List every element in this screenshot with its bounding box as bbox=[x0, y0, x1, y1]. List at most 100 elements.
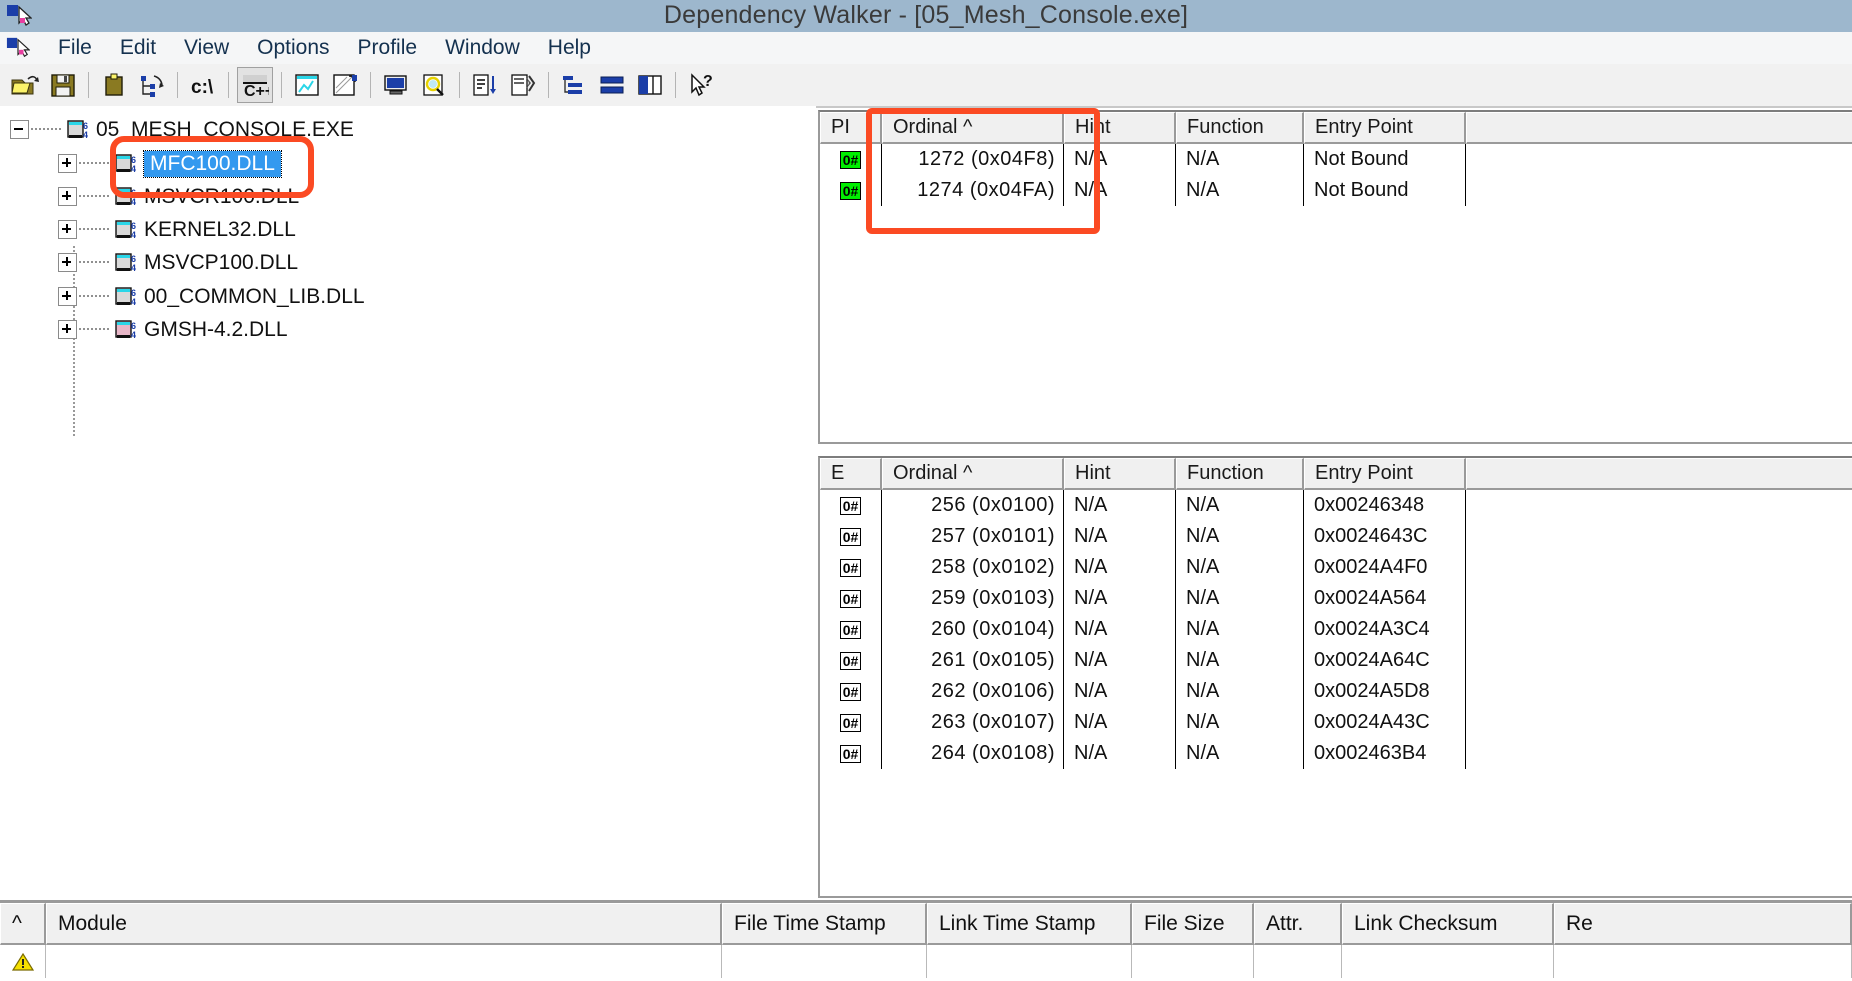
tree-node-msvcr100[interactable]: 6 4 MSVCR100.DLL bbox=[58, 180, 299, 213]
full-paths-icon[interactable]: c:\ bbox=[186, 68, 220, 102]
column-header-pi[interactable]: PI bbox=[820, 112, 882, 144]
column-header-spacer[interactable] bbox=[1466, 112, 1852, 144]
module-64-icon: 6 4 bbox=[115, 319, 139, 341]
expand-plus-icon[interactable] bbox=[58, 320, 77, 339]
expand-plus-icon[interactable] bbox=[58, 287, 77, 306]
table-row[interactable]: 0# 257 (0x0101) N/A N/A 0x0024643C bbox=[820, 521, 1852, 552]
tree-node-kernel32[interactable]: 6 4 KERNEL32.DLL bbox=[58, 213, 296, 246]
table-row[interactable]: 0# 261 (0x0105) N/A N/A 0x0024A64C bbox=[820, 645, 1852, 676]
column-header-entry-point[interactable]: Entry Point bbox=[1304, 458, 1466, 490]
app-menu-icon[interactable] bbox=[6, 36, 31, 60]
column-header-attr[interactable]: Attr. bbox=[1254, 903, 1342, 945]
split-horizontal-icon[interactable] bbox=[595, 68, 629, 102]
table-row[interactable]: 0# 1274 (0x04FA) N/A N/A Not Bound bbox=[820, 175, 1852, 206]
expand-plus-icon[interactable] bbox=[58, 154, 77, 173]
export-ordinal-cell: 257 (0x0101) bbox=[882, 521, 1064, 552]
svg-text:?: ? bbox=[703, 73, 713, 90]
table-row[interactable]: 0# 259 (0x0103) N/A N/A 0x0024A564 bbox=[820, 583, 1852, 614]
configure-module-icon[interactable] bbox=[328, 68, 362, 102]
column-header-e[interactable]: E bbox=[820, 458, 882, 490]
column-header-file-size[interactable]: File Size bbox=[1132, 903, 1254, 945]
column-header-link-checksum[interactable]: Link Checksum bbox=[1342, 903, 1554, 945]
import-function-list[interactable]: PI Ordinal ^ Hint Function Entry Point 0… bbox=[818, 110, 1852, 444]
system-info-icon[interactable] bbox=[379, 68, 413, 102]
tree-node-00-common-lib[interactable]: 6 4 00_COMMON_LIB.DLL bbox=[58, 280, 365, 313]
column-header-file-time-stamp[interactable]: File Time Stamp bbox=[722, 903, 927, 945]
ordinal-flag-badge: 0# bbox=[839, 558, 862, 577]
menu-item-view[interactable]: View bbox=[170, 32, 243, 64]
save-icon[interactable] bbox=[46, 68, 80, 102]
tree-node-root[interactable]: 6 4 05_MESH_CONSOLE.EXE bbox=[10, 113, 354, 146]
column-header-sort-indicator[interactable]: ^ bbox=[0, 903, 46, 945]
menu-item-help[interactable]: Help bbox=[534, 32, 605, 64]
column-header-hint[interactable]: Hint bbox=[1064, 112, 1176, 144]
svg-text:4: 4 bbox=[131, 230, 136, 240]
ordinal-flag-badge: 0# bbox=[839, 181, 862, 200]
ordinal-flag-badge: 0# bbox=[839, 620, 862, 639]
menu-bar: File Edit View Options Profile Window He… bbox=[0, 32, 1852, 65]
table-row[interactable]: 0# 264 (0x0108) N/A N/A 0x002463B4 bbox=[820, 738, 1852, 769]
table-row[interactable]: 0# 258 (0x0102) N/A N/A 0x0024A4F0 bbox=[820, 552, 1852, 583]
column-header-re[interactable]: Re bbox=[1554, 903, 1852, 945]
export-flag-badge: 0# bbox=[820, 676, 882, 707]
expand-plus-icon[interactable] bbox=[58, 220, 77, 239]
export-flag-badge: 0# bbox=[820, 490, 882, 521]
export-hint-cell: N/A bbox=[1064, 645, 1176, 676]
tree-dots bbox=[79, 295, 109, 298]
column-header-ordinal[interactable]: Ordinal ^ bbox=[882, 112, 1064, 144]
export-flag-badge: 0# bbox=[820, 614, 882, 645]
export-hint-cell: N/A bbox=[1064, 490, 1176, 521]
column-header-entry-point[interactable]: Entry Point bbox=[1304, 112, 1466, 144]
tree-node-mfc100[interactable]: 6 4 MFC100.DLL bbox=[58, 147, 282, 180]
profile-icon[interactable] bbox=[506, 68, 540, 102]
menu-item-file[interactable]: File bbox=[44, 32, 106, 64]
context-help-icon[interactable]: ? bbox=[684, 68, 718, 102]
tree-dots bbox=[31, 128, 61, 131]
column-header-link-time-stamp[interactable]: Link Time Stamp bbox=[927, 903, 1132, 945]
column-header-hint[interactable]: Hint bbox=[1064, 458, 1176, 490]
module-tree-pane[interactable]: 6 4 05_MESH_CONSOLE.EXE 6 4 MFC100.DLL 6… bbox=[0, 106, 816, 894]
column-header-function[interactable]: Function bbox=[1176, 112, 1304, 144]
tree-node-msvcp100[interactable]: 6 4 MSVCP100.DLL bbox=[58, 246, 298, 279]
column-header-module[interactable]: Module bbox=[46, 903, 722, 945]
ordinal-flag-badge: 0# bbox=[839, 713, 862, 732]
tree-dots bbox=[79, 162, 109, 165]
table-row[interactable]: 0# 260 (0x0104) N/A N/A 0x0024A3C4 bbox=[820, 614, 1852, 645]
module-checksum-cell bbox=[1342, 945, 1554, 978]
expand-plus-icon[interactable] bbox=[58, 187, 77, 206]
search-order-icon[interactable] bbox=[417, 68, 451, 102]
import-spacer-cell bbox=[1466, 175, 1852, 206]
open-file-icon[interactable] bbox=[8, 68, 42, 102]
column-header-ordinal[interactable]: Ordinal ^ bbox=[882, 458, 1064, 490]
auto-expand-icon[interactable] bbox=[557, 68, 591, 102]
svg-text:4: 4 bbox=[131, 197, 136, 207]
table-row[interactable] bbox=[0, 945, 1852, 978]
menu-item-edit[interactable]: Edit bbox=[106, 32, 170, 64]
tree-node-gmsh[interactable]: 6 4 GMSH-4.2.DLL bbox=[58, 313, 288, 346]
table-row[interactable]: 0# 256 (0x0100) N/A N/A 0x00246348 bbox=[820, 490, 1852, 521]
table-row[interactable]: 0# 1272 (0x04F8) N/A N/A Not Bound bbox=[820, 144, 1852, 175]
export-ordinal-cell: 256 (0x0100) bbox=[882, 490, 1064, 521]
column-header-function[interactable]: Function bbox=[1176, 458, 1304, 490]
export-function-list[interactable]: E Ordinal ^ Hint Function Entry Point 0#… bbox=[818, 456, 1852, 898]
tree-node-label: MFC100.DLL bbox=[143, 149, 282, 178]
menu-item-profile[interactable]: Profile bbox=[344, 32, 432, 64]
svg-text:4: 4 bbox=[131, 330, 136, 340]
view-module-icon[interactable] bbox=[290, 68, 324, 102]
module-list-pane[interactable]: ^ Module File Time Stamp Link Time Stamp… bbox=[0, 900, 1852, 981]
toolbar-separator bbox=[370, 72, 371, 98]
split-vertical-icon[interactable] bbox=[633, 68, 667, 102]
module-warning-cell bbox=[0, 945, 46, 978]
expand-tree-icon[interactable] bbox=[135, 68, 169, 102]
undecorate-cpp-icon[interactable]: C++ bbox=[237, 67, 273, 103]
sort-list-icon[interactable] bbox=[468, 68, 502, 102]
table-row[interactable]: 0# 262 (0x0106) N/A N/A 0x0024A5D8 bbox=[820, 676, 1852, 707]
collapse-minus-icon[interactable] bbox=[10, 120, 29, 139]
column-header-spacer[interactable] bbox=[1466, 458, 1852, 490]
menu-item-window[interactable]: Window bbox=[431, 32, 534, 64]
copy-icon[interactable] bbox=[97, 68, 131, 102]
table-row[interactable]: 0# 263 (0x0107) N/A N/A 0x0024A43C bbox=[820, 707, 1852, 738]
menu-item-options[interactable]: Options bbox=[243, 32, 343, 64]
expand-plus-icon[interactable] bbox=[58, 253, 77, 272]
export-hint-cell: N/A bbox=[1064, 552, 1176, 583]
